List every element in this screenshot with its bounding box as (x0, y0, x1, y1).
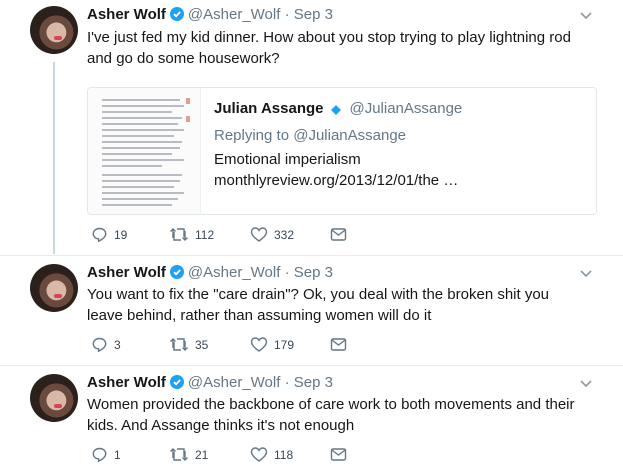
quoted-text: Emotional imperialism monthlyreview.org/… (214, 151, 459, 189)
tweet-2[interactable]: Asher Wolf @Asher_Wolf · Sep 3 You want t… (0, 256, 623, 365)
retweet-icon (170, 228, 188, 241)
reply-button[interactable]: 19 (91, 226, 127, 243)
verified-badge-icon (331, 102, 342, 119)
avatar[interactable] (30, 374, 78, 422)
envelope-icon (330, 338, 347, 351)
like-button[interactable]: 179 (250, 336, 294, 353)
tweet-text: I've just fed my kid dinner. How about y… (87, 29, 571, 67)
retweet-button[interactable]: 35 (169, 336, 208, 353)
retweet-count: 112 (195, 227, 215, 242)
avatar[interactable] (30, 6, 78, 54)
replying-to[interactable]: Replying to @JulianAssange (214, 127, 406, 144)
tweet-1[interactable]: Asher Wolf @Asher_Wolf · Sep 3 I've just … (0, 0, 623, 255)
heart-icon (250, 337, 268, 352)
retweet-button[interactable]: 112 (169, 226, 214, 243)
retweet-button[interactable]: 21 (169, 446, 208, 463)
author-name[interactable]: Asher Wolf (87, 374, 166, 391)
retweet-icon (170, 448, 188, 461)
tweet-text: Women provided the backbone of care work… (87, 396, 575, 434)
tweet-actions: 1 21 118 (87, 446, 367, 466)
like-count: 332 (274, 227, 295, 242)
direct-message-button[interactable] (330, 336, 347, 353)
tweet-timestamp[interactable]: · Sep 3 (285, 6, 333, 23)
retweet-count: 21 (195, 447, 209, 462)
author-handle[interactable]: @Asher_Wolf (188, 374, 280, 391)
like-count: 118 (274, 447, 294, 462)
quoted-header: Julian Assange @JulianAssange (214, 100, 462, 119)
envelope-icon (330, 448, 347, 461)
tweet-header: Asher Wolf @Asher_Wolf · Sep 3 (87, 374, 333, 393)
verified-badge-icon (169, 375, 184, 393)
tweet-timestamp[interactable]: · Sep 3 (285, 264, 333, 281)
direct-message-button[interactable] (330, 226, 347, 243)
reply-count: 19 (114, 227, 128, 242)
reply-icon (92, 337, 107, 353)
reply-icon (92, 447, 107, 463)
chevron-down-icon[interactable] (579, 266, 593, 280)
direct-message-button[interactable] (330, 446, 347, 463)
tweet-3[interactable]: Asher Wolf @Asher_Wolf · Sep 3 Women prov… (0, 366, 623, 476)
tweet-timestamp[interactable]: · Sep 3 (285, 374, 333, 391)
reply-button[interactable]: 1 (91, 446, 121, 463)
like-count: 179 (274, 337, 295, 352)
reply-count: 1 (114, 447, 121, 462)
tweet-header: Asher Wolf @Asher_Wolf · Sep 3 (87, 264, 333, 283)
reply-button[interactable]: 3 (91, 336, 121, 353)
heart-icon (250, 447, 268, 462)
tweet-actions: 19 112 332 (87, 226, 367, 246)
retweet-icon (170, 338, 188, 351)
avatar[interactable] (30, 264, 78, 312)
tweet-text: You want to fix the "care drain"? Ok, yo… (87, 286, 550, 324)
like-button[interactable]: 118 (250, 446, 293, 463)
quoted-author-name[interactable]: Julian Assange (214, 100, 323, 117)
like-button[interactable]: 332 (250, 226, 294, 243)
author-name[interactable]: Asher Wolf (87, 264, 166, 281)
author-handle[interactable]: @Asher_Wolf (188, 6, 280, 23)
reply-icon (92, 227, 107, 243)
tweet-header: Asher Wolf @Asher_Wolf · Sep 3 (87, 6, 333, 25)
chevron-down-icon[interactable] (579, 8, 593, 22)
author-name[interactable]: Asher Wolf (87, 6, 166, 23)
author-handle[interactable]: @Asher_Wolf (188, 264, 280, 281)
quoted-author-handle[interactable]: @JulianAssange (349, 100, 462, 117)
tweet-actions: 3 35 179 (87, 336, 367, 356)
envelope-icon (330, 228, 347, 241)
retweet-count: 35 (195, 337, 209, 352)
heart-icon (250, 227, 268, 242)
reply-count: 3 (114, 337, 121, 352)
verified-badge-icon (169, 265, 184, 283)
chevron-down-icon[interactable] (579, 376, 593, 390)
quoted-tweet[interactable]: Julian Assange @JulianAssange Replying to… (87, 87, 597, 215)
verified-badge-icon (169, 7, 184, 25)
quoted-article-image (88, 88, 201, 214)
